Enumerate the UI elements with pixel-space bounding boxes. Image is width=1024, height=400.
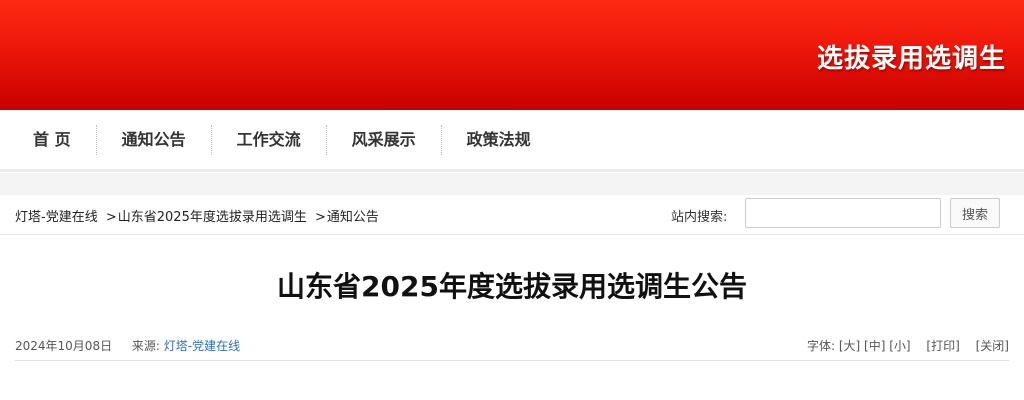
article-source-link[interactable]: 灯塔-党建在线 (164, 339, 240, 353)
article-title: 山东省2025年度选拔录用选调生公告 (277, 270, 747, 303)
breadcrumb-link-notices[interactable]: 通知公告 (327, 210, 379, 225)
search-label: 站内搜索: (671, 210, 728, 225)
main-nav: 首 页 通知公告 工作交流 风采展示 政策法规 (0, 110, 1024, 172)
nav-item-policies[interactable]: 政策法规 (442, 125, 556, 155)
article-source-label: 来源: (131, 339, 160, 353)
font-small-button[interactable]: [小] (889, 339, 910, 353)
breadcrumb-link-home[interactable]: 灯塔-党建在线 (15, 210, 98, 225)
breadcrumb-separator: > (314, 210, 326, 225)
font-medium-button[interactable]: [中] (864, 339, 885, 353)
breadcrumb-bar: 灯塔-党建在线 >山东省2025年度选拔录用选调生 >通知公告 站内搜索: 搜索 (0, 195, 1024, 235)
print-button[interactable]: [打印] (926, 339, 959, 353)
article-date: 2024年10月08日 (15, 339, 113, 353)
breadcrumb-link-recruitment[interactable]: 山东省2025年度选拔录用选调生 (118, 210, 307, 225)
nav-item-home[interactable]: 首 页 (8, 125, 96, 155)
banner-title: 选拔录用选调生 (816, 44, 1006, 74)
nav-item-notices[interactable]: 通知公告 (97, 125, 211, 155)
close-button[interactable]: [关闭] (976, 339, 1009, 353)
breadcrumb-separator: > (105, 210, 117, 225)
nav-item-work-exchange[interactable]: 工作交流 (212, 125, 326, 155)
article-meta-bar: 2024年10月08日 来源: 灯塔-党建在线 字体: [大] [中] [小] … (15, 336, 1009, 361)
font-size-label: 字体: (806, 339, 835, 353)
search-input[interactable] (745, 198, 941, 228)
search-button[interactable]: 搜索 (950, 198, 1000, 228)
font-large-button[interactable]: [大] (839, 339, 860, 353)
header-banner: 选拔录用选调生 (0, 0, 1024, 110)
nav-item-showcase[interactable]: 风采展示 (327, 125, 441, 155)
gray-band (0, 173, 1024, 195)
breadcrumb: 灯塔-党建在线 >山东省2025年度选拔录用选调生 >通知公告 (15, 206, 379, 225)
